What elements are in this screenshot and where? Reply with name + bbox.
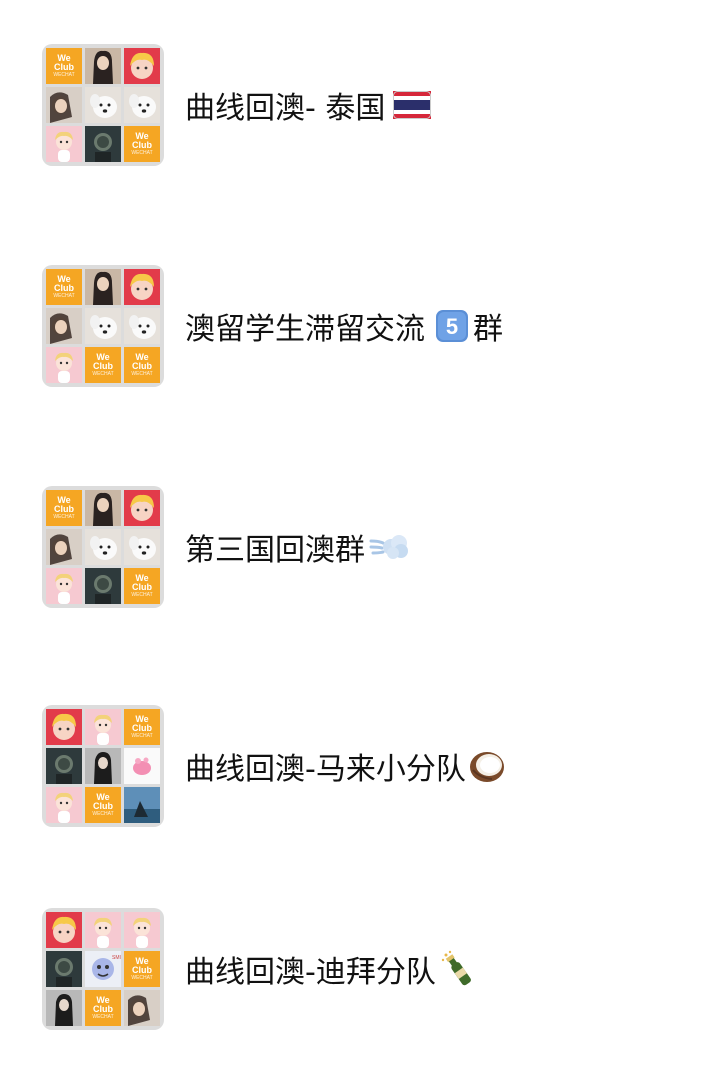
weclub-logo-tile: We Club WECHAT [46, 490, 82, 526]
group-name-text: 曲线回澳-迪拜分队 [185, 955, 436, 990]
group-chat-row[interactable]: SMI We Club WECHAT We Club WECHAT 曲线回澳-迪拜分队 [0, 908, 717, 1038]
group-name: 曲线回澳-迪拜分队 [185, 944, 476, 994]
svg-text:SMI: SMI [112, 955, 121, 961]
photo-girl-dark-avatar [46, 990, 82, 1026]
weclub-logo-tile: We Club WECHAT [124, 347, 160, 383]
photo-dog-white-avatar [85, 308, 121, 344]
group-name-text: 曲线回澳- 泰国 [185, 91, 386, 126]
cartoon-pink-doll-avatar [46, 568, 82, 604]
photo-girl-lying-avatar [124, 990, 160, 1026]
photo-dog-white-avatar [124, 308, 160, 344]
group-chat-row[interactable]: We Club WECHAT We Club WECHAT 曲线回澳-马来小分队 [0, 705, 717, 835]
cartoon-blue-toy-avatar: SMI [85, 951, 121, 987]
group-chat-row[interactable]: We Club WECHAT We Club WECHAT 第三国回澳群 [0, 486, 717, 616]
cartoon-yellow-hair-avatar [124, 490, 160, 526]
cartoon-yellow-hair-avatar [124, 269, 160, 305]
thailand-flag-icon [393, 91, 432, 119]
photo-dark-figure-avatar [85, 126, 121, 162]
cartoon-yellow-hair-avatar [124, 48, 160, 84]
group-name-text: 澳留学生滞留交流 [185, 312, 425, 347]
cartoon-yellow-hair-avatar [46, 912, 82, 948]
cartoon-yellow-hair-avatar [46, 709, 82, 745]
coconut-icon [468, 748, 506, 784]
photo-blue-sky-avatar [124, 787, 160, 823]
photo-dog-white-avatar [85, 529, 121, 565]
cartoon-pink-doll-avatar [124, 912, 160, 948]
group-avatar-grid: We Club WECHAT We Club WECHAT [42, 486, 164, 608]
group-name: 曲线回澳- 泰国 [185, 80, 432, 130]
group-avatar-grid: SMI We Club WECHAT We Club WECHAT [42, 908, 164, 1030]
champagne-bottle-icon [440, 949, 476, 989]
photo-girl-lying-avatar [46, 529, 82, 565]
photo-dark-figure-avatar [85, 568, 121, 604]
group-name-text: 第三国回澳群 [185, 533, 365, 568]
cartoon-pink-doll-avatar [85, 709, 121, 745]
svg-text:5: 5 [446, 314, 458, 339]
group-avatar-grid: We Club WECHAT We Club WECHAT [42, 705, 164, 827]
group-name-text: 曲线回澳-马来小分队 [185, 752, 466, 787]
photo-girl-long-hair-avatar [85, 490, 121, 526]
photo-dark-figure-avatar [46, 951, 82, 987]
group-avatar-grid: We Club WECHAT We Club WECHAT [42, 44, 164, 166]
group-name: 曲线回澳-马来小分队 [185, 741, 506, 791]
photo-girl-lying-avatar [46, 87, 82, 123]
weclub-logo-tile: We Club WECHAT [124, 951, 160, 987]
group-name: 澳留学生滞留交流 5 群 [185, 301, 503, 351]
photo-dog-white-avatar [124, 87, 160, 123]
photo-dog-white-avatar [85, 87, 121, 123]
weclub-logo-tile: We Club WECHAT [85, 990, 121, 1026]
photo-girl-long-hair-avatar [85, 269, 121, 305]
weclub-logo-tile: We Club WECHAT [85, 347, 121, 383]
group-name-suffix: 群 [473, 312, 503, 347]
cartoon-pink-doll-avatar [46, 787, 82, 823]
cartoon-pink-doll-avatar [46, 126, 82, 162]
cartoon-pink-doll-avatar [85, 912, 121, 948]
photo-girl-dark-avatar [85, 748, 121, 784]
group-avatar-grid: We Club WECHAT We Club WECHAT We Club WECHAT [42, 265, 164, 387]
group-chat-row[interactable]: We Club WECHAT We Club WECHAT 曲线回澳- 泰国 [0, 44, 717, 174]
cartoon-pink-cup-avatar [124, 748, 160, 784]
photo-girl-lying-avatar [46, 308, 82, 344]
dash-cloud-icon [369, 531, 411, 563]
photo-girl-long-hair-avatar [85, 48, 121, 84]
keycap-5-icon: 5 [435, 309, 469, 343]
group-name: 第三国回澳群 [185, 522, 411, 572]
weclub-logo-tile: We Club WECHAT [124, 568, 160, 604]
photo-dog-white-avatar [124, 529, 160, 565]
weclub-logo-tile: We Club WECHAT [124, 709, 160, 745]
weclub-logo-tile: We Club WECHAT [46, 48, 82, 84]
cartoon-pink-doll-avatar [46, 347, 82, 383]
group-chat-row[interactable]: We Club WECHAT We Club WECHAT We Club WECHAT 澳留学… [0, 265, 717, 395]
weclub-logo-tile: We Club WECHAT [46, 269, 82, 305]
weclub-logo-tile: We Club WECHAT [124, 126, 160, 162]
photo-dark-figure-avatar [46, 748, 82, 784]
weclub-logo-tile: We Club WECHAT [85, 787, 121, 823]
